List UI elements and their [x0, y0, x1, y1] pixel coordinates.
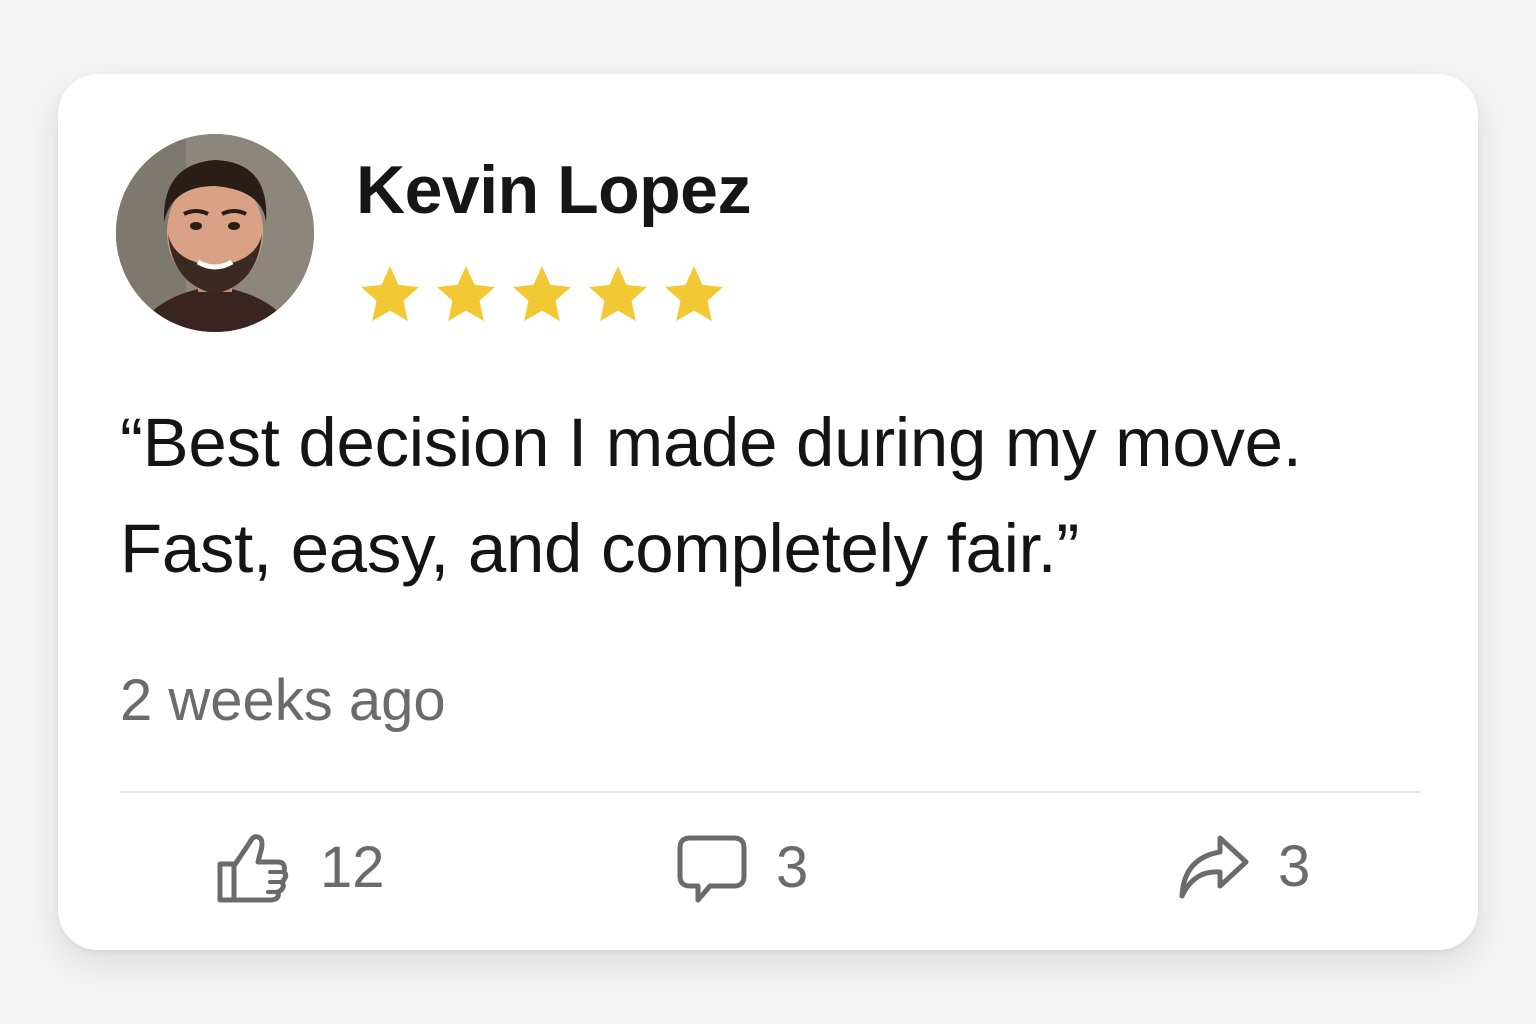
share-button[interactable]: 3 — [1176, 832, 1310, 902]
speech-bubble-icon — [677, 835, 747, 903]
reviewer-name[interactable]: Kevin Lopez — [356, 156, 752, 224]
star-icon — [665, 266, 723, 322]
thumbs-up-icon — [217, 834, 289, 903]
like-count: 12 — [320, 835, 385, 900]
star-icon — [589, 266, 647, 322]
review-card: Kevin Lopez “Best decision I made during… — [58, 74, 1478, 950]
review-timestamp: 2 weeks ago — [120, 668, 446, 733]
divider — [120, 791, 1420, 793]
comment-count: 3 — [776, 835, 809, 900]
share-count: 3 — [1278, 834, 1311, 899]
star-icon — [361, 266, 419, 322]
share-arrow-icon — [1179, 835, 1249, 899]
star-icon — [437, 266, 495, 322]
like-button[interactable]: 12 — [216, 832, 385, 904]
review-text: “Best decision I made during my move. Fa… — [120, 404, 1302, 587]
star-icon — [513, 266, 571, 322]
star-rating — [356, 262, 728, 328]
avatar[interactable] — [116, 134, 314, 332]
comment-button[interactable]: 3 — [676, 832, 808, 904]
